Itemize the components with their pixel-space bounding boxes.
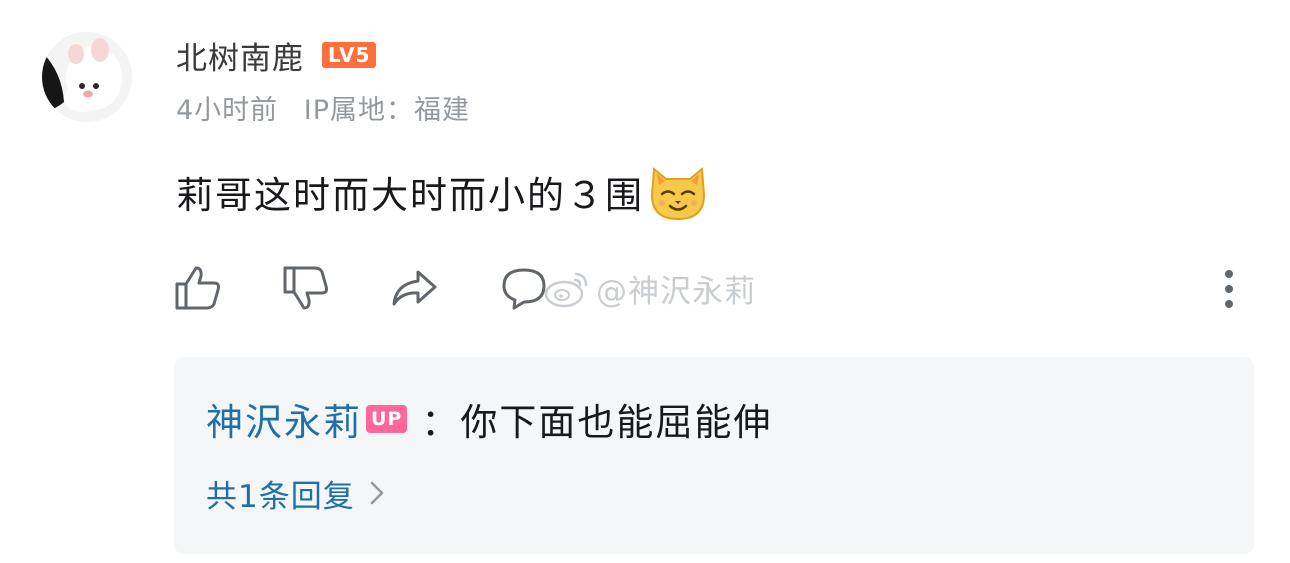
thumbs-up-icon[interactable] xyxy=(172,262,224,314)
cat-smile-emoji xyxy=(650,166,706,221)
comment-text: 莉哥这时而大时而小的３围 xyxy=(176,174,644,217)
reply-count-label: 共1条回复 xyxy=(206,478,355,515)
comment-header: 北树南鹿 LV5 xyxy=(176,32,377,78)
reply-text: 你下面也能屈能伸 xyxy=(460,401,773,444)
thumbs-down-icon[interactable] xyxy=(280,262,332,314)
reply-item: 神沢永莉 UP ： 你下面也能屈能伸 xyxy=(206,393,772,445)
up-badge: UP xyxy=(366,405,408,433)
reply-box: 神沢永莉 UP ： 你下面也能屈能伸 共1条回复 xyxy=(174,357,1254,554)
view-replies-link[interactable]: 共1条回复 xyxy=(206,471,385,515)
level-badge: LV5 xyxy=(322,42,377,68)
ip-location: IP属地：福建 xyxy=(303,95,471,126)
username[interactable]: 北树南鹿 xyxy=(176,33,304,78)
weibo-logo xyxy=(544,272,588,308)
watermark: @神沢永莉 xyxy=(542,266,756,310)
comment-meta: 4小时前 IP属地：福建 xyxy=(176,88,470,127)
action-bar: @神沢永莉 xyxy=(172,262,1252,318)
more-vertical-icon[interactable] xyxy=(1212,266,1246,312)
chevron-right-icon xyxy=(370,481,383,505)
reply-colon: ： xyxy=(421,401,461,444)
comment-content: 莉哥这时而大时而小的３围 xyxy=(176,160,708,224)
share-icon[interactable] xyxy=(388,262,440,314)
reply-author[interactable]: 神沢永莉 xyxy=(206,392,362,446)
avatar-image xyxy=(42,32,132,122)
avatar[interactable] xyxy=(42,32,132,122)
comment-time: 4小时前 xyxy=(176,95,279,126)
watermark-text: @神沢永莉 xyxy=(596,273,756,310)
